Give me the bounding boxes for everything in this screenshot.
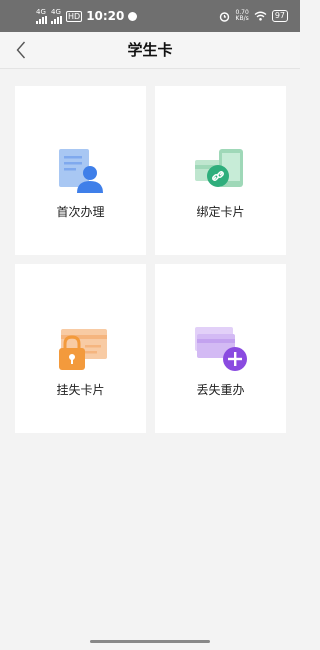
first-apply-card[interactable]: 首次办理: [15, 86, 146, 255]
action-grid: 首次办理 绑定卡片 挂失卡片 丢失重办: [15, 86, 286, 433]
sim1-signal: 4G: [36, 7, 47, 24]
reissue-card[interactable]: 丢失重办: [155, 264, 286, 433]
chevron-left-icon: [16, 41, 26, 59]
nav-bar: 学生卡: [0, 32, 300, 69]
card-label: 绑定卡片: [196, 205, 245, 219]
status-left: 4G 4G HD 10:20: [0, 7, 138, 24]
card-label: 挂失卡片: [56, 383, 105, 397]
sim2-signal: 4G: [51, 7, 62, 24]
card-add-icon: [194, 327, 247, 371]
hd-badge: HD: [66, 10, 83, 22]
signal-icon: [36, 15, 47, 24]
card-label: 丢失重办: [196, 383, 245, 397]
phone-card-link-icon: [194, 149, 243, 187]
message-icon: [128, 11, 138, 21]
network-speed: 0.70 KB/s: [235, 10, 248, 22]
sim1-label: 4G: [36, 7, 46, 16]
back-button[interactable]: [10, 38, 32, 62]
card-label: 首次办理: [56, 205, 105, 219]
status-right: 0.70 KB/s 97: [219, 10, 300, 22]
speed-unit: KB/s: [235, 15, 249, 22]
sim2-label: 4G: [51, 7, 61, 16]
status-bar: 4G 4G HD 10:20 0.70 KB/s 97: [0, 0, 300, 32]
battery-icon: 97: [271, 10, 288, 22]
page-title: 学生卡: [127, 41, 173, 59]
status-time: 10:20: [86, 9, 125, 23]
id-document-person-icon: [58, 149, 103, 193]
report-loss-card[interactable]: 挂失卡片: [15, 264, 146, 433]
bind-card-card[interactable]: 绑定卡片: [155, 86, 286, 255]
card-lock-icon: [58, 329, 107, 370]
home-indicator[interactable]: [90, 640, 210, 643]
alarm-icon: [220, 11, 230, 22]
wifi-icon: [254, 11, 267, 21]
signal-icon: [51, 15, 62, 24]
